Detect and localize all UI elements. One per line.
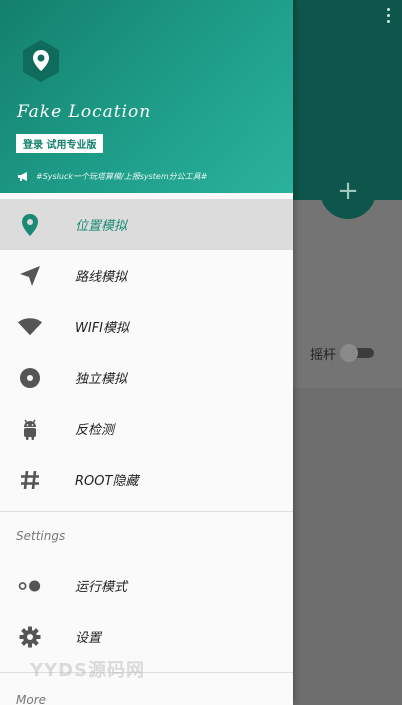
login-trial-button[interactable]: 登录 试用专业版 [16, 134, 104, 153]
megaphone-icon [18, 172, 27, 181]
menu-item-run-mode[interactable]: 运行模式 [0, 560, 293, 611]
gear-icon [18, 625, 42, 649]
watermark-text: YYDS源码网 [30, 660, 145, 681]
app-title: Fake Location [17, 102, 152, 122]
settings-section-title: Settings [16, 529, 66, 543]
menu-item-label: WIFI模拟 [75, 321, 129, 336]
menu-item-label: 独立模拟 [75, 372, 128, 387]
navigation-drawer: Fake Location 登录 试用专业版 #Sysluck一个玩塔算模/上报… [0, 0, 293, 705]
android-icon [18, 417, 42, 441]
menu-item-location-simulation[interactable]: 位置模拟 [0, 199, 293, 250]
menu-item-label: 反检测 [75, 423, 115, 438]
menu-item-label: 设置 [75, 631, 102, 646]
hash-icon [18, 468, 42, 492]
notice-bar[interactable]: #Sysluck一个玩塔算模/上报system分公工具# [17, 171, 207, 182]
overflow-menu-icon[interactable] [384, 8, 392, 28]
app-logo-icon [18, 38, 64, 84]
menu-item-label: 路线模拟 [75, 270, 128, 285]
disc-icon [18, 366, 42, 390]
menu-item-label: 运行模式 [75, 580, 128, 595]
drawer-header: Fake Location 登录 试用专业版 #Sysluck一个玩塔算模/上报… [0, 0, 293, 193]
toggle-icon [18, 574, 42, 598]
menu-item-label: ROOT隐藏 [75, 474, 139, 489]
menu-item-wifi-simulation[interactable]: WIFI模拟 [0, 301, 293, 352]
menu-item-label: 位置模拟 [75, 219, 128, 234]
add-fab-button[interactable]: + [320, 163, 376, 219]
toggle-thumb [340, 344, 358, 362]
menu-item-standalone-simulation[interactable]: 独立模拟 [0, 352, 293, 403]
menu-item-anti-detection[interactable]: 反检测 [0, 403, 293, 454]
background-scrim[interactable] [293, 388, 402, 705]
location-pin-icon [18, 213, 42, 237]
menu-item-root-hide[interactable]: ROOT隐藏 [0, 454, 293, 505]
rocker-toggle[interactable] [340, 344, 374, 362]
rocker-label: 摇杆 [310, 348, 337, 363]
menu-item-route-simulation[interactable]: 路线模拟 [0, 250, 293, 301]
notice-text: #Sysluck一个玩塔算模/上报system分公工具# [36, 172, 208, 181]
menu-item-settings[interactable]: 设置 [0, 611, 293, 662]
navigation-arrow-icon [18, 264, 42, 288]
wifi-icon [18, 315, 42, 339]
